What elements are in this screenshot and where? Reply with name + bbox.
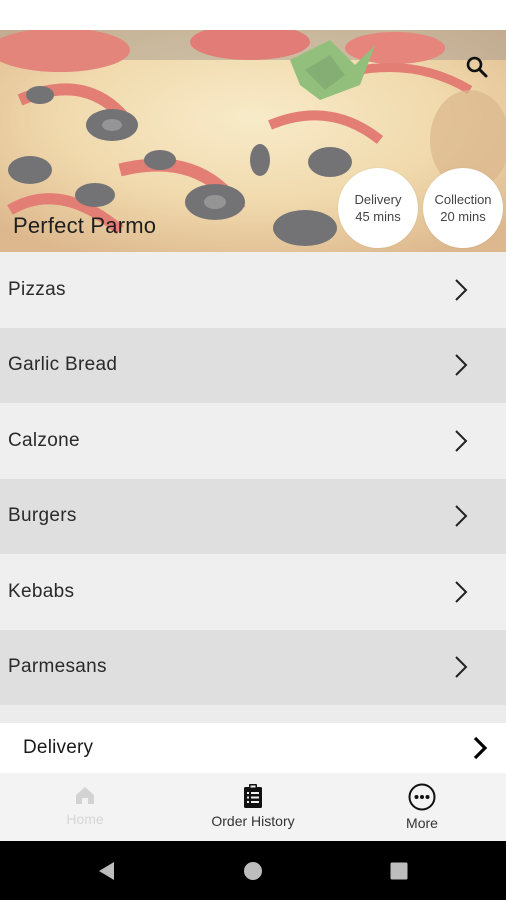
search-icon (466, 56, 488, 78)
nav-home[interactable]: Home (30, 773, 140, 841)
search-button[interactable] (460, 50, 494, 84)
category-item-pizzas[interactable]: Pizzas (0, 252, 506, 328)
category-label: Kebabs (8, 580, 75, 602)
category-label: Burgers (8, 505, 77, 527)
collection-badge-title: Collection (434, 192, 492, 207)
category-label: Calzone (8, 429, 80, 451)
nav-more-label: More (406, 815, 438, 831)
category-item-parmesans[interactable]: Parmesans (0, 629, 506, 705)
category-label: Garlic Bread (8, 354, 118, 376)
home-circle-icon (244, 861, 262, 880)
category-item-calzone[interactable]: Calzone (0, 403, 506, 479)
collection-time-badge: Collection 20 mins (423, 168, 503, 248)
more-icon (408, 783, 436, 811)
system-navigation-bar (0, 841, 506, 900)
nav-order-history[interactable]: Order History (198, 773, 308, 841)
system-home-button[interactable] (223, 841, 283, 900)
chevron-right-icon (455, 505, 468, 527)
restaurant-name: Perfect Parmo (13, 213, 157, 238)
chevron-right-icon (455, 581, 468, 603)
category-label: Pizzas (8, 278, 66, 300)
clipboard-icon (244, 784, 262, 808)
chevron-right-icon (455, 279, 468, 301)
collection-badge-time: 20 mins (440, 209, 486, 224)
system-recents-button[interactable] (369, 841, 429, 900)
category-list: Pizzas Garlic Bread Calzone Burgers Keba… (0, 252, 506, 705)
nav-order-history-label: Order History (211, 813, 295, 829)
delivery-badge-time: 45 mins (355, 209, 401, 224)
system-back-button[interactable] (76, 841, 136, 900)
recents-square-icon (390, 862, 408, 879)
chevron-right-icon (455, 430, 468, 452)
nav-home-label: Home (66, 811, 104, 827)
delivery-method-label: Delivery (23, 737, 94, 758)
chevron-right-icon (455, 354, 468, 376)
list-spacer (0, 705, 506, 723)
category-item-kebabs[interactable]: Kebabs (0, 554, 506, 630)
status-bar (0, 0, 506, 30)
bottom-navigation: Home Order History More (0, 773, 506, 841)
nav-more[interactable]: More (372, 773, 472, 841)
delivery-method-selector[interactable]: Delivery (0, 723, 506, 773)
category-item-burgers[interactable]: Burgers (0, 478, 506, 554)
category-item-garlic-bread[interactable]: Garlic Bread (0, 327, 506, 403)
delivery-time-badge: Delivery 45 mins (338, 168, 418, 248)
delivery-badge-title: Delivery (354, 192, 402, 207)
category-label: Parmesans (8, 656, 107, 678)
back-triangle-icon (99, 861, 114, 880)
chevron-right-icon (455, 656, 468, 678)
hero-banner: Delivery 45 mins Collection 20 mins Perf… (0, 30, 506, 252)
home-icon (76, 787, 94, 804)
chevron-right-icon (473, 736, 488, 760)
